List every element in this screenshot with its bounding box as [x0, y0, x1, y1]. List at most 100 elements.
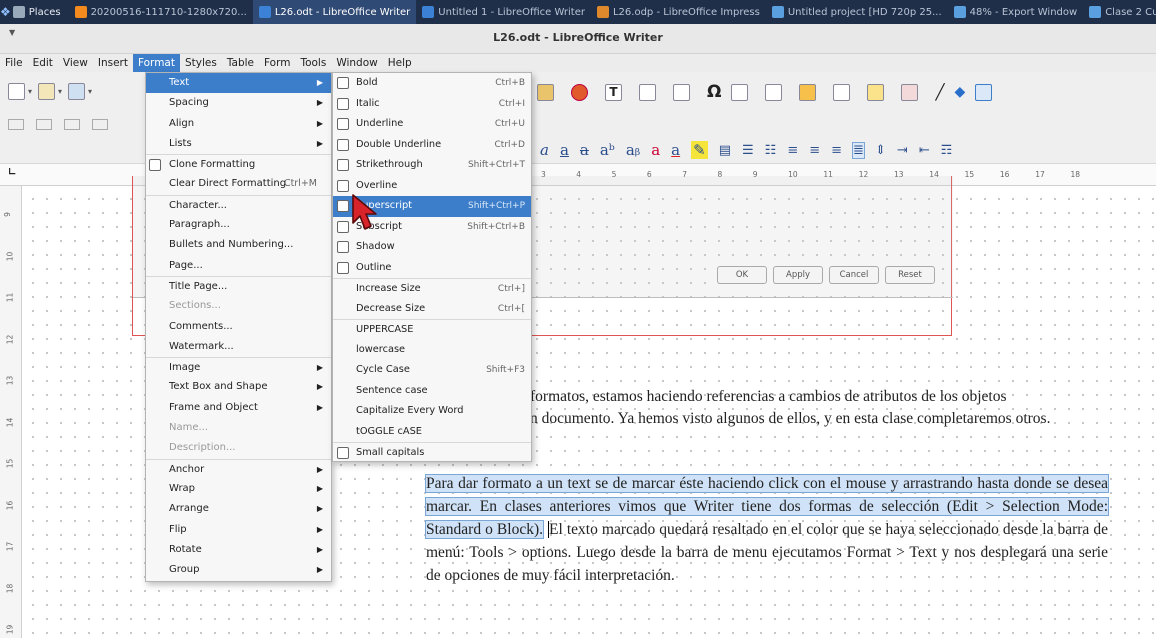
line-spacing-icon[interactable]: ⇕	[875, 143, 886, 158]
format-menu-item-paragraph[interactable]: Paragraph...	[146, 215, 331, 235]
format-menu-item-frame-and-object[interactable]: Frame and Object ▶	[146, 398, 331, 418]
unordered-list-icon[interactable]: ☰	[742, 143, 754, 158]
menu-edit[interactable]: Edit	[28, 54, 58, 72]
text-menu-item-lowercase[interactable]: lowercase	[333, 340, 531, 361]
italic-icon[interactable]: a	[540, 141, 549, 159]
format-menu-item-watermark[interactable]: Watermark...	[146, 337, 331, 357]
insert-crossref-icon[interactable]	[833, 83, 851, 101]
menu-file[interactable]: File	[0, 54, 28, 72]
text-menu-item-underline[interactable]: Underline Ctrl+U	[333, 114, 531, 135]
superscript-icon[interactable]: aᵇ	[600, 141, 615, 159]
decrease-indent-icon[interactable]: ⇤	[919, 143, 930, 158]
paragraph-intro[interactable]: formatos, estamos haciendo referencias a…	[530, 386, 1108, 430]
tab-stop-icon[interactable]: ∟	[8, 167, 16, 178]
paragraph-background-icon[interactable]: ▤	[719, 143, 731, 158]
format-menu-item-text[interactable]: Text ▶	[146, 73, 331, 94]
format-menu-item-clear-direct-formatting[interactable]: Clear Direct Formatting Ctrl+M	[146, 174, 331, 194]
format-menu-item-align[interactable]: Align ▶	[146, 114, 331, 134]
text-menu-item-italic[interactable]: Italic Ctrl+I	[333, 94, 531, 115]
format-menu-item-group[interactable]: Group ▶	[146, 560, 331, 580]
text-menu-item-cycle-case[interactable]: Cycle Case Shift+F3	[333, 360, 531, 381]
taskbar-task[interactable]: L26.odt - LibreOffice Writer	[252, 0, 417, 24]
insert-footnote-icon[interactable]	[765, 83, 783, 101]
clear-formatting-icon[interactable]: a	[651, 141, 660, 159]
insert-page-break-icon[interactable]	[639, 83, 656, 101]
menu-form[interactable]: Form	[259, 54, 295, 72]
increase-indent-icon[interactable]: ⇥	[897, 143, 908, 158]
track-changes-icon[interactable]	[901, 83, 919, 101]
vertical-ruler[interactable]: 9 10 11 12 13 14 15 16 17 18 19	[0, 186, 22, 638]
taskbar-task[interactable]: 20200516-111710-1280x720...	[69, 0, 253, 24]
taskbar-task[interactable]: Untitled project [HD 720p 25...	[766, 0, 948, 24]
format-menu-item-title-page[interactable]: Title Page...	[146, 275, 331, 296]
format-menu-item-clone-formatting[interactable]: Clone Formatting	[146, 154, 331, 174]
menu-help[interactable]: Help	[383, 54, 417, 72]
font-color-icon[interactable]: a	[671, 141, 680, 159]
format-menu-item-flip[interactable]: Flip ▶	[146, 520, 331, 540]
menu-format[interactable]: Format	[132, 54, 180, 72]
taskbar-task[interactable]: Clase 2 Curso agua	[1083, 0, 1156, 24]
strikethrough-icon[interactable]: a	[580, 141, 589, 159]
underline-icon[interactable]: a	[560, 141, 569, 159]
text-menu-item-bold[interactable]: Bold Ctrl+B	[333, 73, 531, 94]
format-menu-item-page[interactable]: Page...	[146, 256, 331, 276]
format-menu-item-wrap[interactable]: Wrap ▶	[146, 479, 331, 499]
insert-field-icon[interactable]	[673, 83, 690, 101]
menu-insert[interactable]: Insert	[93, 54, 133, 72]
ordered-list-icon[interactable]: ☷	[765, 143, 777, 158]
paragraph-selection[interactable]: Para dar formato a un text se de marcar …	[425, 472, 1109, 587]
format-menu-item-text-box-and-shape[interactable]: Text Box and Shape ▶	[146, 377, 331, 397]
start-menu-icon[interactable]: ❖	[0, 0, 11, 24]
text-menu-item-double-underline[interactable]: Double Underline Ctrl+D	[333, 135, 531, 156]
toggle-draw-functions-icon[interactable]	[975, 83, 993, 101]
menu-window[interactable]: Window	[331, 54, 382, 72]
format-menu-item-character[interactable]: Character...	[146, 194, 331, 215]
insert-textbox-icon[interactable]: T	[605, 83, 622, 101]
text-menu-item-outline[interactable]: Outline	[333, 258, 531, 279]
dialog-apply-button[interactable]: Apply	[773, 266, 823, 284]
taskbar-task[interactable]: Untitled 1 - LibreOffice Writer	[416, 0, 591, 24]
menu-styles[interactable]: Styles	[180, 54, 222, 72]
insert-hyperlink-icon[interactable]	[731, 83, 749, 101]
insert-image-icon[interactable]	[537, 83, 554, 101]
new-document-icon[interactable]	[8, 82, 25, 100]
dialog-cancel-button[interactable]: Cancel	[829, 266, 879, 284]
justify-icon[interactable]: ≣	[852, 141, 865, 159]
taskbar-task[interactable]: 48% - Export Window	[948, 0, 1084, 24]
highlight-color-icon[interactable]: ✎	[691, 141, 708, 159]
save-icon[interactable]	[68, 82, 86, 100]
chevron-down-icon[interactable]: ▾	[28, 87, 32, 96]
insert-comment-icon[interactable]	[867, 83, 885, 101]
align-left-icon[interactable]: ≡	[787, 143, 798, 158]
format-menu-item-bullets-and-numbering[interactable]: Bullets and Numbering...	[146, 235, 331, 255]
special-character-icon[interactable]: Ω	[707, 82, 721, 102]
chevron-down-icon[interactable]: ▾	[58, 87, 62, 96]
basic-shapes-icon[interactable]: ◆	[954, 84, 965, 100]
align-center-icon[interactable]: ≡	[809, 143, 820, 158]
places-menu[interactable]: Places	[11, 0, 69, 24]
text-menu-item-increase-size[interactable]: Increase Size Ctrl+]	[333, 278, 531, 299]
taskbar-task[interactable]: L26.odp - LibreOffice Impress	[591, 0, 766, 24]
more-options-icon[interactable]: ☶	[941, 143, 953, 158]
dialog-ok-button[interactable]: OK	[717, 266, 767, 284]
insert-chart-icon[interactable]	[571, 83, 588, 101]
menu-tools[interactable]: Tools	[295, 54, 331, 72]
align-right-icon[interactable]: ≡	[831, 143, 842, 158]
menu-table[interactable]: Table	[222, 54, 259, 72]
open-folder-icon[interactable]	[38, 82, 56, 100]
text-menu-item-small-capitals[interactable]: Small capitals	[333, 442, 531, 463]
format-menu-item-lists[interactable]: Lists ▶	[146, 134, 331, 154]
format-menu-item-arrange[interactable]: Arrange ▶	[146, 499, 331, 519]
chevron-down-icon[interactable]: ▾	[88, 87, 92, 96]
text-menu-item-uppercase[interactable]: UPPERCASE	[333, 319, 531, 340]
format-menu-item-anchor[interactable]: Anchor ▶	[146, 458, 331, 479]
subscript-icon[interactable]: aᵦ	[626, 141, 640, 159]
insert-line-icon[interactable]: ╱	[935, 83, 944, 101]
format-menu-item-image[interactable]: Image ▶	[146, 357, 331, 377]
text-menu-item-decrease-size[interactable]: Decrease Size Ctrl+[	[333, 299, 531, 320]
text-menu-item-shadow[interactable]: Shadow	[333, 237, 531, 258]
format-menu-item-comments[interactable]: Comments...	[146, 317, 331, 337]
menu-view[interactable]: View	[58, 54, 93, 72]
text-menu-item-sentence-case[interactable]: Sentence case	[333, 381, 531, 402]
text-menu-item-strikethrough[interactable]: Strikethrough Shift+Ctrl+T	[333, 155, 531, 176]
